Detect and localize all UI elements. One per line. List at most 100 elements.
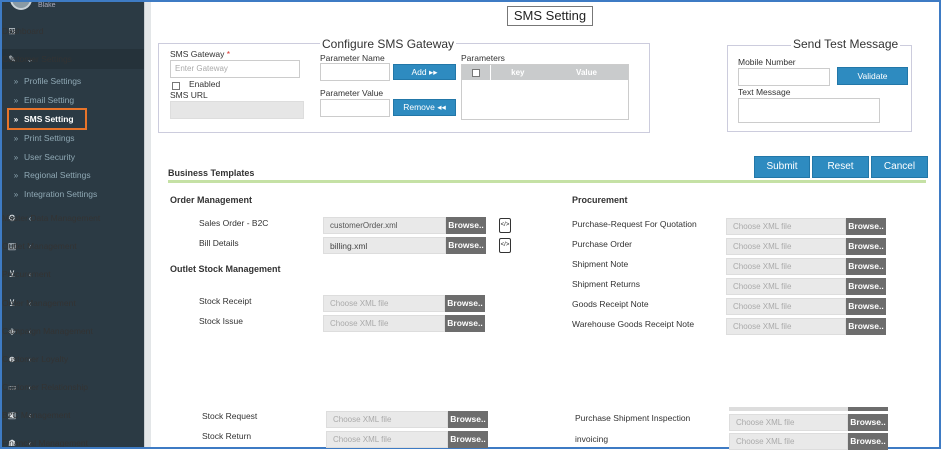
page-title: SMS Setting — [507, 6, 593, 26]
browse-button-invoicing[interactable]: Browse.. — [848, 433, 888, 450]
browse-button-goods-receipt[interactable]: Browse.. — [846, 298, 886, 315]
template-file-purchase-order[interactable]: Choose XML file — [726, 238, 846, 255]
gateway-label: SMS Gateway * — [170, 49, 230, 59]
sidebar-item-dashboard[interactable]: ⊞ Dashboard — [2, 22, 144, 40]
browse-button-stock-return[interactable]: Browse.. — [448, 431, 488, 448]
sidebar-subitem-print-settings[interactable]: » Print Settings — [2, 131, 144, 145]
sidebar-item-order-management[interactable]: ⊻ Order Management ‹ — [2, 294, 144, 312]
template-file-sales-order[interactable]: customerOrder.xml — [323, 217, 446, 234]
template-file-stock-return[interactable]: Choose XML file — [326, 431, 448, 448]
sidebar-item-label: Customer Relationship — [2, 382, 88, 392]
add-parameter-button[interactable]: Add ▸▸ — [393, 64, 456, 80]
browse-button-stock-request[interactable]: Browse.. — [448, 411, 488, 428]
template-label-purchase-shipment-inspection: Purchase Shipment Inspection — [575, 413, 691, 423]
browse-button-stock-issue[interactable]: Browse.. — [445, 315, 485, 332]
enabled-checkbox[interactable] — [172, 82, 180, 90]
browse-button-purchase-order[interactable]: Browse.. — [846, 238, 886, 255]
sidebar-item-label: Financial Management — [2, 438, 88, 447]
sidebar-item-b2c-management[interactable]: ▣ B2C Management ‹ — [2, 406, 144, 424]
sidebar-item-financial-management[interactable]: ☗ Financial Management ‹ — [2, 434, 144, 448]
sidebar-item-label: Customer Loyalty — [2, 354, 69, 364]
validate-button[interactable]: Validate — [837, 67, 908, 85]
sidebar-subitem-regional-settings[interactable]: » Regional Settings — [2, 168, 144, 182]
template-file-shipment-returns[interactable]: Choose XML file — [726, 278, 846, 295]
test-heading: Send Test Message — [791, 37, 901, 51]
template-file-purchase-shipment-inspection[interactable]: Choose XML file — [729, 414, 848, 431]
subitem-label: Email Setting — [24, 95, 75, 105]
template-file-goods-receipt[interactable]: Choose XML file — [726, 298, 846, 315]
sidebar: Blake ⊞ Dashboard ✎ Customer Settings ⌄ … — [2, 2, 144, 447]
browse-button-purchase-shipment-inspection[interactable]: Browse.. — [848, 414, 888, 431]
template-label-shipment-returns: Shipment Returns — [572, 279, 641, 289]
select-all-checkbox[interactable] — [471, 68, 480, 77]
column-key: key — [511, 68, 525, 77]
template-label-stock-issue: Stock Issue — [199, 316, 243, 326]
template-file-stock-issue[interactable]: Choose XML file — [323, 315, 445, 332]
mobile-input[interactable] — [738, 68, 830, 86]
template-label-stock-receipt: Stock Receipt — [199, 296, 252, 306]
sidebar-subitem-integration-settings[interactable]: » Integration Settings — [2, 187, 144, 201]
browse-button-stock-receipt[interactable]: Browse.. — [445, 295, 485, 312]
browse-button-sales-order[interactable]: Browse.. — [446, 217, 486, 234]
subitem-label: Integration Settings — [24, 189, 98, 199]
browse-button-warehouse-grn[interactable]: Browse.. — [846, 318, 886, 335]
avatar[interactable] — [10, 2, 32, 10]
cancel-button[interactable]: Cancel — [871, 156, 928, 178]
parameters-table: key Value — [461, 64, 629, 120]
sidebar-item-label: Order Management — [2, 298, 76, 308]
sms-url-input[interactable] — [170, 101, 304, 119]
param-name-input[interactable] — [320, 63, 390, 81]
template-file-stock-receipt[interactable]: Choose XML file — [323, 295, 445, 312]
sidebar-item-customer-settings[interactable]: ✎ Customer Settings ⌄ — [2, 49, 144, 69]
double-chevron-icon: » — [13, 76, 19, 86]
sidebar-subitem-email-setting[interactable]: » Email Setting — [2, 93, 144, 107]
text-message-input[interactable] — [738, 98, 880, 123]
template-file-bill-details[interactable]: billing.xml — [323, 237, 446, 254]
template-label-bill-details: Bill Details — [199, 238, 239, 248]
gateway-label-text: SMS Gateway — [170, 49, 225, 59]
template-file-shipment-note[interactable]: Choose XML file — [726, 258, 846, 275]
gateway-input[interactable]: Enter Gateway — [170, 60, 300, 78]
subitem-label: Print Settings — [24, 133, 75, 143]
browse-button-shipment-note[interactable]: Browse.. — [846, 258, 886, 275]
column-value: Value — [576, 68, 597, 77]
sidebar-splitter[interactable] — [144, 2, 151, 447]
template-label-sales-order: Sales Order - B2C — [199, 218, 269, 228]
xml-file-icon[interactable]: </> — [499, 218, 511, 233]
template-label-rfq: Purchase-Request For Quotation — [572, 219, 697, 229]
template-file-invoicing[interactable]: Choose XML file — [729, 433, 848, 450]
template-label-stock-return: Stock Return — [202, 431, 252, 441]
select-all-cell — [462, 68, 490, 78]
param-name-label: Parameter Name — [320, 53, 385, 63]
double-chevron-icon: » — [13, 95, 19, 105]
template-label-stock-request: Stock Request — [202, 411, 258, 421]
sidebar-item-outlet-management[interactable]: ▤ Outlet Management ‹ — [2, 237, 144, 255]
double-chevron-icon: » — [13, 189, 19, 199]
parameters-table-header: key Value — [462, 65, 628, 80]
param-value-input[interactable] — [320, 99, 390, 117]
xml-file-icon[interactable]: </> — [499, 238, 511, 253]
template-label-shipment-note: Shipment Note — [572, 259, 629, 269]
template-file-stock-request[interactable]: Choose XML file — [326, 411, 448, 428]
sidebar-subitem-user-security[interactable]: » User Security — [2, 150, 144, 164]
reset-button[interactable]: Reset — [812, 156, 869, 178]
sidebar-item-master-data[interactable]: ⚙ Master Data Management ‹ — [2, 209, 144, 227]
sidebar-item-procurement[interactable]: ⊻ Procurement ‹ — [2, 265, 144, 283]
sidebar-item-customer-loyalty[interactable]: ☻ Customer Loyalty ‹ — [2, 350, 144, 368]
double-chevron-icon: » — [13, 152, 19, 162]
sidebar-subitem-profile-settings[interactable]: » Profile Settings — [2, 74, 144, 88]
subitem-label: Regional Settings — [24, 170, 91, 180]
partial-browse-button — [848, 407, 888, 411]
template-file-warehouse-grn[interactable]: Choose XML file — [726, 318, 846, 335]
browse-button-shipment-returns[interactable]: Browse.. — [846, 278, 886, 295]
remove-parameter-button[interactable]: Remove ◂◂ — [393, 99, 456, 116]
template-file-rfq[interactable]: Choose XML file — [726, 218, 846, 235]
browse-button-rfq[interactable]: Browse.. — [846, 218, 886, 235]
sidebar-item-campaign-management[interactable]: ◈ Campaign Management ‹ — [2, 322, 144, 340]
business-templates-heading: Business Templates — [168, 168, 255, 178]
sidebar-item-label: Campaign Management — [2, 326, 93, 336]
submit-button[interactable]: Submit — [754, 156, 810, 178]
template-label-purchase-order: Purchase Order — [572, 239, 632, 249]
browse-button-bill-details[interactable]: Browse.. — [446, 237, 486, 254]
sidebar-item-customer-relationship[interactable]: ▭ Customer Relationship ‹ — [2, 378, 144, 396]
